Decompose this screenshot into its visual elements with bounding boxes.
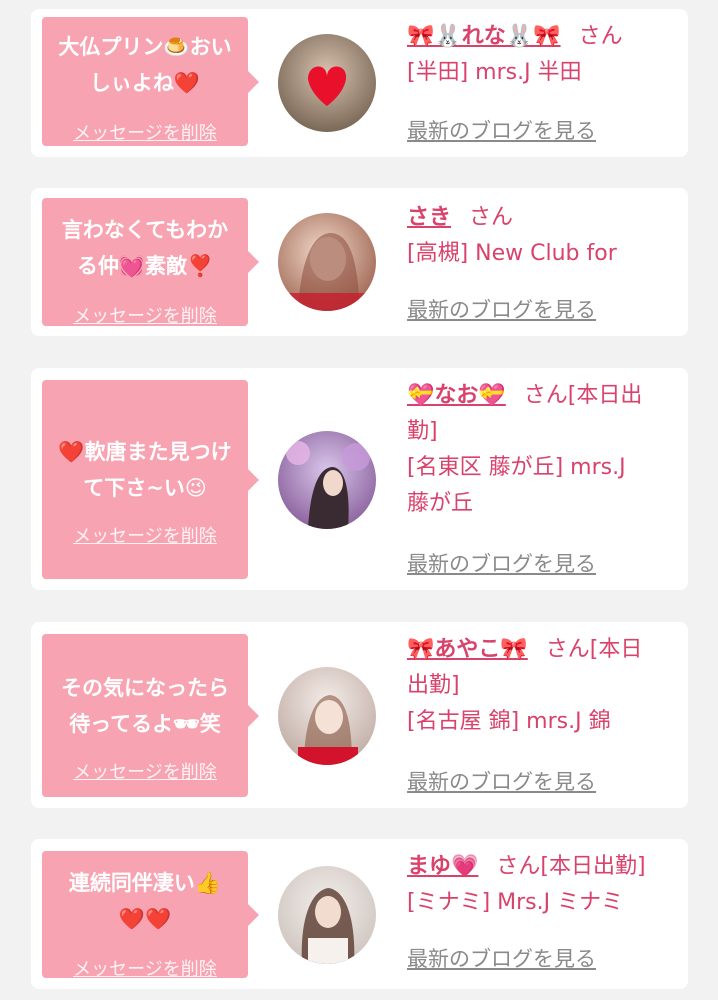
message-text: ❤️軟唐また見つけ て下さ~い😉: [58, 440, 232, 500]
profile-name-link[interactable]: まゆ💗: [407, 854, 478, 879]
message-card: 連続同伴凄い👍 ❤️❤️ メッセージを削除 まゆ💗 さん[本日出勤] [ミナミ] …: [31, 839, 688, 989]
profile-info: さき さん [高槻] New Club for: [407, 200, 680, 272]
message-card: 大仏プリン🍮おい しぃよね❤️ メッセージを削除 🎀🐰れな🐰🎀 さん [半田] m…: [31, 9, 688, 157]
delete-message-link[interactable]: メッセージを削除: [42, 302, 248, 328]
avatar-photo: [278, 213, 376, 311]
avatar[interactable]: [278, 667, 376, 765]
message-card: 言わなくてもわか る仲💓素敵❣️ メッセージを削除 さき さん [高槻] New …: [31, 188, 688, 336]
profile-info: まゆ💗 さん[本日出勤] [ミナミ] Mrs.J ミナミ: [407, 849, 680, 921]
message-bubble: 大仏プリン🍮おい しぃよね❤️ メッセージを削除: [42, 17, 259, 146]
latest-blog-link[interactable]: 最新のブログを見る: [407, 766, 596, 796]
delete-message-link[interactable]: メッセージを削除: [42, 955, 248, 981]
message-text: 言わなくてもわか る仲💓素敵❣️: [61, 218, 229, 278]
avatar[interactable]: [278, 431, 376, 529]
profile-info: 🎀🐰れな🐰🎀 さん [半田] mrs.J 半田: [407, 19, 680, 91]
avatar[interactable]: [278, 34, 376, 132]
message-bubble: 言わなくてもわか る仲💓素敵❣️ メッセージを削除: [42, 198, 259, 328]
delete-message-link[interactable]: メッセージを削除: [42, 758, 248, 784]
message-text: 連続同伴凄い👍 ❤️❤️: [68, 871, 222, 931]
message-card: ❤️軟唐また見つけ て下さ~い😉 メッセージを削除 💝なお💝 さん[本日出 勤] …: [31, 368, 688, 590]
avatar[interactable]: [278, 866, 376, 964]
avatar-photo: [278, 866, 376, 964]
profile-info: 🎀あやこ🎀 さん[本日 出勤] [名古屋 錦] mrs.J 錦: [407, 632, 680, 740]
latest-blog-link[interactable]: 最新のブログを見る: [407, 294, 596, 324]
latest-blog-link[interactable]: 最新のブログを見る: [407, 115, 596, 145]
delete-message-link[interactable]: メッセージを削除: [42, 522, 248, 548]
message-bubble: その気になったら 待ってるよ🕶笑 メッセージを削除: [42, 634, 259, 797]
avatar-photo: [278, 431, 376, 529]
shop-label: [ミナミ] Mrs.J ミナミ: [407, 890, 624, 915]
message-bubble: 連続同伴凄い👍 ❤️❤️ メッセージを削除: [42, 851, 259, 981]
avatar-photo: [278, 667, 376, 765]
latest-blog-link[interactable]: 最新のブログを見る: [407, 548, 596, 578]
shop-label: [半田] mrs.J 半田: [407, 60, 582, 85]
shop-label: [高槻] New Club for: [407, 241, 617, 266]
profile-name-link[interactable]: 💝なお💝: [407, 383, 506, 408]
shop-label: [名東区 藤が丘] mrs.J: [407, 455, 626, 480]
message-text: その気になったら 待ってるよ🕶笑: [61, 676, 229, 736]
profile-name-link[interactable]: さき: [407, 205, 451, 230]
profile-name-link[interactable]: 🎀あやこ🎀: [407, 637, 528, 662]
latest-blog-link[interactable]: 最新のブログを見る: [407, 943, 596, 973]
message-text: 大仏プリン🍮おい しぃよね❤️: [58, 35, 232, 95]
message-bubble: ❤️軟唐また見つけ て下さ~い😉 メッセージを削除: [42, 380, 259, 579]
profile-info: 💝なお💝 さん[本日出 勤] [名東区 藤が丘] mrs.J 藤が丘: [407, 378, 680, 522]
delete-message-link[interactable]: メッセージを削除: [42, 119, 248, 145]
message-card: その気になったら 待ってるよ🕶笑 メッセージを削除 🎀あやこ🎀 さん[本日 出勤]…: [31, 622, 688, 808]
avatar-photo: [278, 34, 376, 132]
avatar[interactable]: [278, 213, 376, 311]
shop-label: [名古屋 錦] mrs.J 錦: [407, 709, 611, 734]
profile-name-link[interactable]: 🎀🐰れな🐰🎀: [407, 24, 561, 49]
